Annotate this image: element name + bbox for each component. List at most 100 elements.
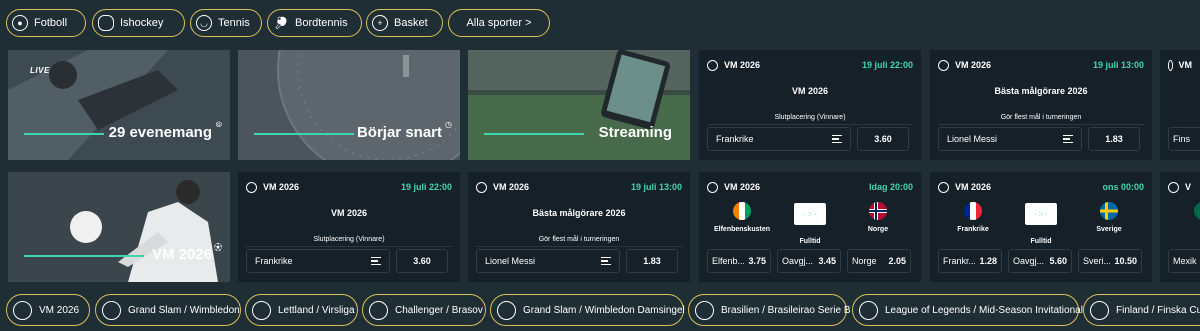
league-grand-slam-wimbledon[interactable]: Grand Slam / Wimbledon bbox=[95, 294, 241, 326]
promo-live-label: 29 evenemang bbox=[108, 124, 212, 141]
market-name: Gör flest mål i turneringen bbox=[1000, 114, 1082, 121]
promo-vm-2026[interactable]: VM 2026 ⚽︎ bbox=[8, 172, 230, 282]
divider bbox=[476, 246, 682, 247]
league-name: VM 2026 bbox=[955, 182, 992, 192]
market-list-icon bbox=[1063, 135, 1073, 143]
promo-soon-label: Börjar snart bbox=[356, 124, 442, 141]
accent-line bbox=[254, 133, 354, 135]
event-title: Bästa målgörare 2026 bbox=[532, 208, 626, 218]
bet-card[interactable]: VM 2026 19 juli 13:00 Bästa målgörare 202… bbox=[930, 50, 1152, 160]
away-team: Sverige bbox=[1096, 226, 1122, 233]
selection-name: Lionel Messi bbox=[485, 256, 536, 266]
league-lol-msi[interactable]: League of Legends / Mid-Season Invitatio… bbox=[852, 294, 1083, 326]
bet-card-partial[interactable]: VM Fins bbox=[1160, 50, 1200, 160]
market-list-icon bbox=[371, 257, 381, 265]
bet-card[interactable]: VM 2026 19 juli 22:00 VM 2026 Slutplaceri… bbox=[699, 50, 921, 160]
accent-line bbox=[484, 133, 584, 135]
sweden-flag-icon bbox=[1100, 202, 1118, 220]
tab-ishockey[interactable]: Ishockey bbox=[92, 9, 185, 37]
selection-name: Frankrike bbox=[716, 134, 754, 144]
tennis-ball-icon bbox=[102, 300, 121, 320]
odds-button-away[interactable]: Norge 2.05 bbox=[847, 249, 911, 273]
hockey-puck-icon bbox=[98, 15, 114, 31]
league-challenger-brasov[interactable]: Challenger / Brasov bbox=[362, 294, 486, 326]
match-card[interactable]: VM 2026 ons 00:00 · :- · Frankrike Sverig… bbox=[930, 172, 1152, 282]
odds-button-draw[interactable]: Oavgj... 3.45 bbox=[777, 249, 841, 273]
live-badge: LIVE bbox=[30, 66, 50, 75]
event-title: Bästa målgörare 2026 bbox=[994, 86, 1088, 96]
event-date: 19 juli 22:00 bbox=[400, 182, 452, 192]
football-icon bbox=[695, 300, 714, 320]
market-name: Fulltid bbox=[799, 238, 821, 245]
football-icon bbox=[938, 59, 949, 71]
home-team: Frankrike bbox=[957, 226, 989, 233]
league-finska-cup[interactable]: Finland / Finska Cup bbox=[1083, 294, 1200, 326]
selection-button[interactable]: Fins bbox=[1168, 127, 1200, 151]
promo-live[interactable]: LIVE 29 evenemang ⦾ bbox=[8, 50, 230, 160]
football-icon bbox=[476, 181, 487, 193]
market-name: Gör flest mål i turneringen bbox=[538, 236, 620, 243]
accent-line bbox=[24, 133, 104, 135]
league-brasileirao-serie-b[interactable]: Brasilien / Brasileirao Serie B bbox=[688, 294, 851, 326]
tab-tennis[interactable]: ◡ Tennis bbox=[190, 9, 262, 37]
odds-button[interactable]: 1.83 bbox=[1088, 127, 1140, 151]
league-name: VM 2026 bbox=[955, 60, 992, 70]
match-card[interactable]: VM 2026 Idag 20:00 · :- · Elfenbenskusten… bbox=[699, 172, 921, 282]
odds-button-home[interactable]: Elfenb... 3.75 bbox=[707, 249, 771, 273]
league-name: VM 2026 bbox=[263, 182, 300, 192]
sports-nav: ● Fotboll Ishockey ◡ Tennis 🏓︎ Bordtennis +… bbox=[0, 0, 1200, 46]
france-flag-icon bbox=[964, 202, 982, 220]
league-name: VM bbox=[1178, 60, 1193, 70]
match-preview-icon: · :- · bbox=[1025, 203, 1057, 225]
football-icon bbox=[707, 181, 718, 193]
odds-button[interactable]: 3.60 bbox=[396, 249, 448, 273]
football-icon bbox=[1090, 300, 1109, 320]
esports-icon bbox=[859, 300, 878, 320]
selection-button[interactable]: Lionel Messi bbox=[476, 249, 620, 273]
bet-card[interactable]: VM 2026 19 juli 13:00 Bästa målgörare 202… bbox=[468, 172, 690, 282]
basketball-icon: + bbox=[372, 15, 388, 31]
promo-borjar-snart[interactable]: Börjar snart ◷ bbox=[238, 50, 460, 160]
league-wimbledon-damsingel[interactable]: Grand Slam / Wimbledon Damsingel bbox=[490, 294, 685, 326]
tab-fotboll[interactable]: ● Fotboll bbox=[6, 9, 86, 37]
league-name: VM 2026 bbox=[724, 60, 761, 70]
event-date: 19 juli 22:00 bbox=[861, 60, 913, 70]
accent-line bbox=[24, 255, 144, 257]
football-icon bbox=[707, 59, 718, 71]
tennis-ball-icon: ◡ bbox=[196, 15, 212, 31]
league-vm-2026[interactable]: VM 2026 bbox=[6, 294, 90, 326]
match-card-partial[interactable]: V Mexik bbox=[1160, 172, 1200, 282]
event-title: VM 2026 bbox=[330, 208, 368, 218]
odds-button-home[interactable]: Mexik bbox=[1168, 249, 1200, 273]
home-team: Elfenbenskusten bbox=[713, 226, 770, 233]
market-list-icon bbox=[601, 257, 611, 265]
ivory-coast-flag-icon bbox=[733, 202, 751, 220]
football-icon bbox=[938, 181, 949, 193]
bet-card[interactable]: VM 2026 19 juli 22:00 VM 2026 Slutplaceri… bbox=[238, 172, 460, 282]
mexico-flag-icon bbox=[1194, 202, 1200, 220]
tennis-ball-icon bbox=[497, 300, 516, 320]
tab-alla-sporter[interactable]: Alla sporter > bbox=[448, 9, 550, 37]
promo-streaming[interactable]: Streaming bbox=[468, 50, 690, 160]
league-name: V bbox=[1185, 182, 1192, 192]
promo-streaming-label: Streaming bbox=[598, 124, 672, 141]
live-icon: ⦾ bbox=[215, 120, 222, 129]
promo-vm-label: VM 2026 bbox=[151, 246, 212, 263]
tab-bordtennis[interactable]: 🏓︎ Bordtennis bbox=[267, 9, 362, 37]
football-icon bbox=[13, 300, 32, 320]
tab-basket[interactable]: + Basket bbox=[366, 9, 443, 37]
market-list-icon bbox=[832, 135, 842, 143]
selection-button[interactable]: Lionel Messi bbox=[938, 127, 1082, 151]
league-lettland-virsliga[interactable]: Lettland / Virsliga bbox=[245, 294, 358, 326]
league-name: VM 2026 bbox=[493, 182, 530, 192]
league-name: VM 2026 bbox=[724, 182, 761, 192]
selection-button[interactable]: Frankrike bbox=[246, 249, 390, 273]
odds-button-away[interactable]: Sveri... 10.50 bbox=[1078, 249, 1142, 273]
odds-button[interactable]: 3.60 bbox=[857, 127, 909, 151]
divider bbox=[246, 246, 452, 247]
featured-leagues-bar: VM 2026 Grand Slam / Wimbledon Lettland … bbox=[0, 290, 1200, 331]
odds-button-draw[interactable]: Oavgj... 5.60 bbox=[1008, 249, 1072, 273]
selection-button[interactable]: Frankrike bbox=[707, 127, 851, 151]
odds-button[interactable]: 1.83 bbox=[626, 249, 678, 273]
odds-button-home[interactable]: Frankr... 1.28 bbox=[938, 249, 1002, 273]
